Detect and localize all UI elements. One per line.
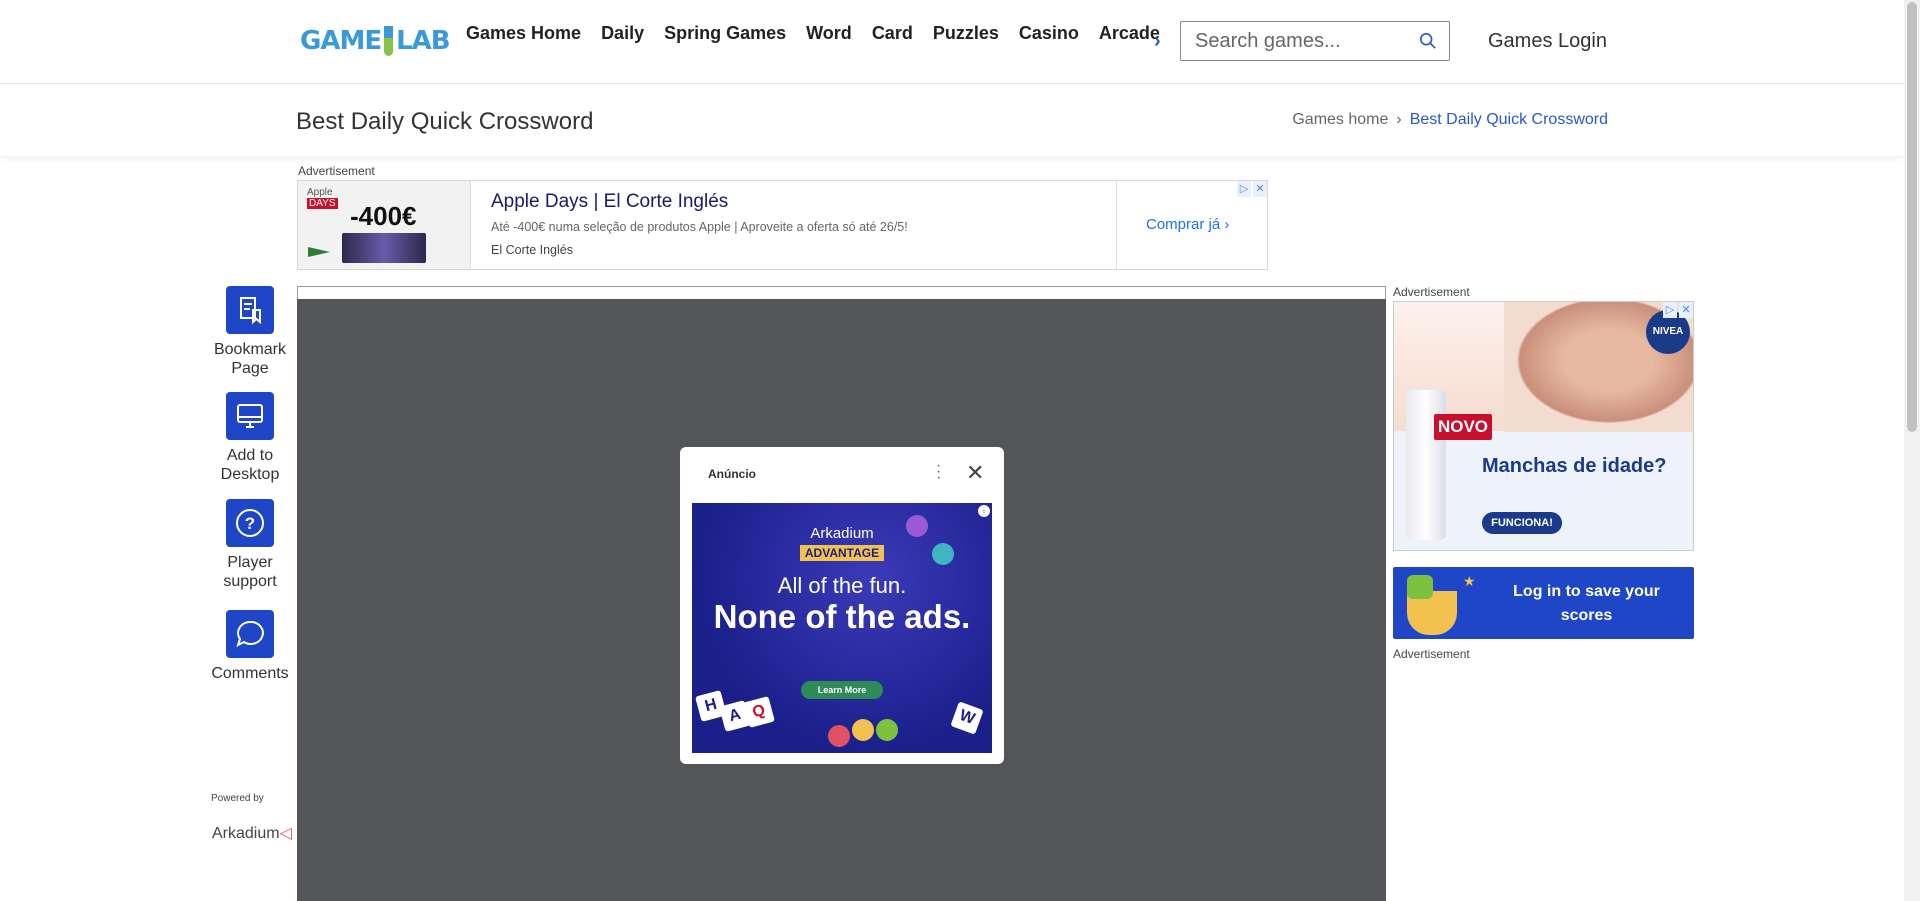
nav-card[interactable]: Card <box>862 22 923 44</box>
learn-more-button[interactable]: Learn More <box>801 681 883 699</box>
creative-brand: Arkadium <box>810 525 874 542</box>
logo-text-right: LAB <box>396 26 451 56</box>
ad-cta-button[interactable]: Comprar já › <box>1146 216 1229 233</box>
side-ad-choices[interactable]: ▷ ✕ <box>1663 302 1693 318</box>
el-corte-ingles-logo <box>308 247 330 257</box>
ad-choices[interactable]: ▷ ✕ <box>1237 181 1267 197</box>
adchoices-icon[interactable]: ▷ <box>1237 181 1251 197</box>
save-scores-text: Log in to save your scores <box>1513 583 1660 624</box>
search-icon[interactable] <box>1419 32 1437 50</box>
ad-headline[interactable]: Apple Days | El Corte Inglés <box>491 191 728 213</box>
playing-card-icon: Q <box>743 696 775 728</box>
novo-badge: NOVO <box>1434 414 1492 440</box>
adchoices-icon[interactable]: ▷ <box>1663 302 1677 318</box>
ad-brand-days: DAYS <box>307 198 338 209</box>
letter-tile: W <box>950 701 984 735</box>
ad-brand-tag: Apple DAYS <box>307 187 338 209</box>
scrollbar-thumb[interactable] <box>1907 2 1917 432</box>
side-ad-cta-button[interactable]: FUNCIONA! <box>1482 512 1562 534</box>
nav-daily[interactable]: Daily <box>591 22 654 44</box>
bubble-icon <box>876 719 898 741</box>
gem-icon <box>932 543 954 565</box>
top-banner-ad[interactable]: Apple DAYS -400€ Apple Days | El Corte In… <box>297 180 1268 270</box>
player-support-tool[interactable]: ? Player support <box>206 499 294 591</box>
devices-image <box>342 233 426 263</box>
powered-by-label: Powered by <box>211 793 264 804</box>
page-title: Best Daily Quick Crossword <box>296 108 594 135</box>
gamelab-logo[interactable]: GAME LAB <box>300 26 451 56</box>
advertisement-label-side: Advertisement <box>1393 285 1470 299</box>
top-navigation: GAME LAB Games Home Daily Spring Games W… <box>0 0 1904 84</box>
breadcrumb-current: Best Daily Quick Crossword <box>1409 111 1608 128</box>
category-nav: Games Home Daily Spring Games Word Card … <box>456 22 1170 44</box>
search-input[interactable] <box>1181 22 1406 60</box>
side-banner-ad[interactable]: NIVEA NOVO Manchas de idade? FUNCIONA! ▷… <box>1393 301 1694 551</box>
question-icon[interactable]: ? <box>226 499 274 547</box>
gem-icon <box>906 515 928 537</box>
test-tube-icon <box>384 26 394 56</box>
arkadium-advantage-creative[interactable]: i Arkadium ADVANTAGE All of the fun. Non… <box>692 503 992 753</box>
player-support-label: Player support <box>223 554 277 590</box>
ad-advertiser: El Corte Inglés <box>491 243 573 257</box>
nav-spring-games[interactable]: Spring Games <box>654 22 796 44</box>
comment-icon[interactable] <box>226 610 274 658</box>
arkadium-logo-text: Arkadium <box>212 825 280 842</box>
logo-text-left: GAME <box>300 26 382 56</box>
nav-games-home[interactable]: Games Home <box>456 22 591 44</box>
mascot-icon <box>1407 575 1433 599</box>
svg-text:?: ? <box>245 514 255 533</box>
advertisement-label-top: Advertisement <box>298 164 375 178</box>
login-save-scores-banner[interactable]: ★ Log in to save your scores <box>1393 567 1694 639</box>
comments-tool[interactable]: Comments <box>206 610 294 683</box>
bookmark-icon[interactable] <box>226 286 274 334</box>
nav-more-chevron-icon[interactable]: › <box>1154 30 1161 53</box>
bubble-icon <box>852 719 874 741</box>
side-ad-headline: Manchas de idade? <box>1482 455 1667 477</box>
nav-word[interactable]: Word <box>796 22 862 44</box>
close-icon[interactable]: ✕ <box>966 460 984 486</box>
more-options-icon[interactable]: · · · <box>936 458 941 486</box>
bubble-icon <box>828 725 850 747</box>
arkadium-logo[interactable]: Arkadium◁ <box>212 823 292 843</box>
ad-divider <box>1116 181 1117 269</box>
search-box <box>1180 21 1450 61</box>
add-to-desktop-label: Add to Desktop <box>220 447 280 483</box>
nav-puzzles[interactable]: Puzzles <box>923 22 1009 44</box>
desktop-icon[interactable] <box>226 392 274 440</box>
breadcrumb-home-link[interactable]: Games home <box>1292 111 1388 129</box>
arkadium-mark-icon: ◁ <box>279 825 292 842</box>
creative-line1: All of the fun. <box>777 573 907 598</box>
ad-modal-label: Anúncio <box>708 467 756 481</box>
interstitial-ad-modal: Anúncio · · · ✕ i Arkadium ADVANTAGE All o… <box>680 447 1004 764</box>
bookmark-page-label: Bookmark Page <box>213 341 287 377</box>
ad-close-icon[interactable]: ✕ <box>1679 302 1693 318</box>
ad-price: -400€ <box>350 201 417 231</box>
title-bar: Best Daily Quick Crossword Games home › … <box>0 84 1904 156</box>
info-icon[interactable]: i <box>978 505 990 517</box>
chevron-right-icon: › <box>1396 111 1402 128</box>
ad-thumbnail: Apple DAYS -400€ <box>298 181 471 269</box>
comments-label: Comments <box>211 665 289 682</box>
advertisement-label-lower: Advertisement <box>1393 647 1470 661</box>
add-to-desktop-tool[interactable]: Add to Desktop <box>206 392 294 484</box>
creative-badge: ADVANTAGE <box>800 545 884 561</box>
breadcrumb: Games home › Best Daily Quick Crossword <box>1292 111 1608 129</box>
games-login-link[interactable]: Games Login <box>1488 30 1607 53</box>
page-scrollbar[interactable] <box>1904 0 1920 901</box>
product-bottle-image <box>1406 390 1446 540</box>
creative-line2: None of the ads. <box>713 598 971 635</box>
bookmark-page-tool[interactable]: Bookmark Page <box>206 286 294 378</box>
star-icon: ★ <box>1463 573 1476 589</box>
nav-casino[interactable]: Casino <box>1009 22 1089 44</box>
ad-close-icon[interactable]: ✕ <box>1253 181 1267 197</box>
ad-description: Até -400€ numa seleção de produtos Apple… <box>491 220 908 234</box>
